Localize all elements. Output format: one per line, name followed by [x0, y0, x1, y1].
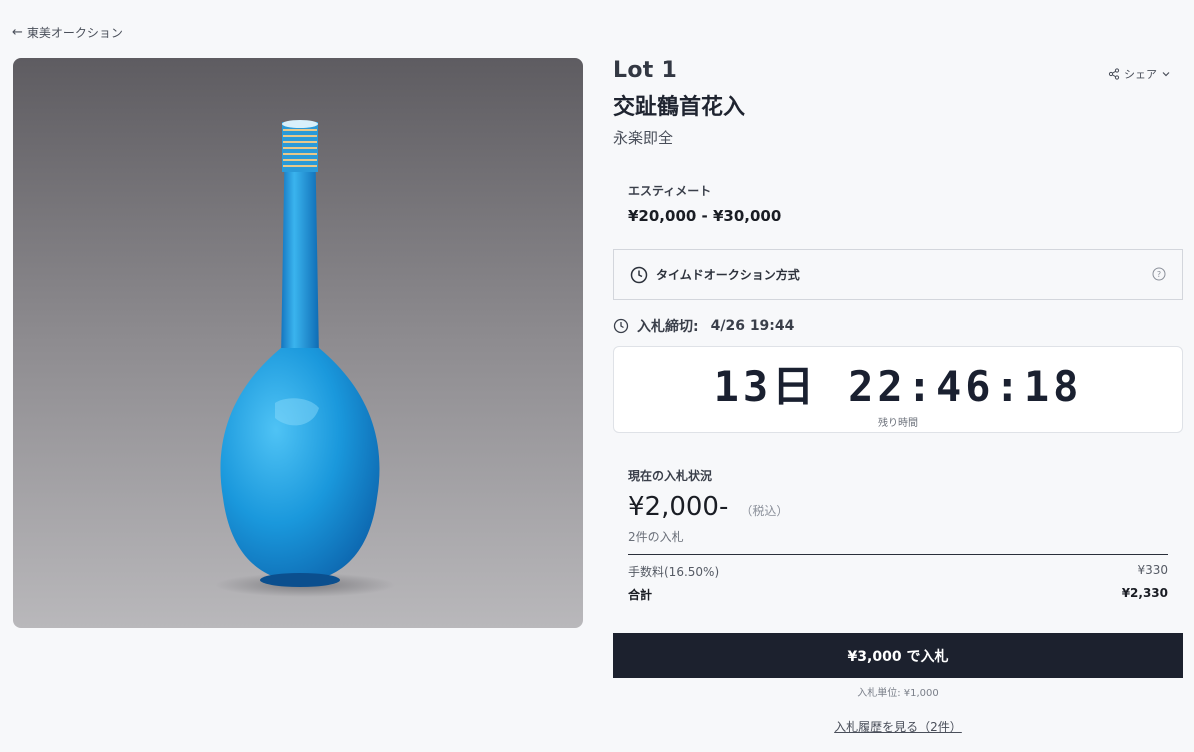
total-value: ¥2,330 — [1121, 586, 1168, 600]
svg-text:?: ? — [1157, 270, 1161, 279]
countdown-timer: 13日 22:46:18 残り時間 — [613, 346, 1183, 433]
bid-history-link[interactable]: 入札履歴を見る（2件） — [613, 718, 1183, 735]
place-bid-button[interactable]: ¥3,000 で入札 — [613, 633, 1183, 678]
current-price: ¥2,000- — [628, 492, 729, 522]
tax-note: （税込） — [740, 504, 789, 518]
auction-type-label: タイムドオークション方式 — [656, 268, 800, 282]
deadline-label: 入札締切: — [637, 319, 699, 335]
chevron-down-icon — [1162, 72, 1170, 77]
lot-detail-page: ← 東美オークション Lot 1 シェア 交趾鶴首花入 永楽即全 エスティメート… — [0, 0, 1194, 752]
back-link[interactable]: ← 東美オークション — [12, 24, 123, 41]
clock-icon — [613, 318, 629, 334]
fee-value: ¥330 — [1137, 563, 1168, 577]
bid-count: 2件の入札 — [628, 530, 684, 544]
lot-number: Lot 1 — [613, 58, 678, 83]
remaining-label: 残り時間 — [878, 418, 918, 429]
fee-label: 手数料(16.50%) — [628, 565, 720, 579]
lot-info-panel: Lot 1 シェア 交趾鶴首花入 永楽即全 エスティメート ¥20,000 - … — [613, 58, 1183, 735]
fee-row: 手数料(16.50%) ¥330 — [628, 563, 1168, 580]
clock-icon — [630, 266, 648, 283]
artist-name: 永楽即全 — [613, 129, 674, 147]
countdown-time: 22:46:18 — [848, 362, 1083, 411]
bid-status-section: 現在の入札状況 ¥2,000- （税込） 2件の入札 手数料(16.50%) ¥… — [613, 467, 1183, 603]
bid-increment-note: 入札単位: ¥1,000 — [857, 688, 939, 699]
estimate-label: エスティメート — [628, 184, 712, 198]
estimate-section: エスティメート ¥20,000 - ¥30,000 — [613, 182, 1183, 225]
share-button[interactable]: シェア — [1108, 66, 1171, 82]
back-link-label: 東美オークション — [26, 26, 123, 40]
share-label: シェア — [1124, 68, 1157, 81]
countdown-days: 13日 — [713, 362, 819, 411]
product-image[interactable] — [13, 58, 583, 628]
divider — [628, 554, 1168, 555]
back-arrow-icon: ← — [12, 25, 23, 40]
total-label: 合計 — [628, 588, 653, 602]
lot-title: 交趾鶴首花入 — [613, 94, 746, 120]
bid-deadline: 入札締切: 4/26 19:44 — [613, 316, 1183, 336]
total-row: 合計 ¥2,330 — [628, 586, 1168, 603]
auction-type-panel[interactable]: タイムドオークション方式 ? — [613, 249, 1183, 300]
deadline-value: 4/26 19:44 — [710, 318, 795, 334]
vase-photo — [13, 58, 583, 628]
estimate-value: ¥20,000 - ¥30,000 — [628, 207, 782, 225]
share-icon — [1108, 68, 1120, 80]
bid-status-label: 現在の入札状況 — [628, 469, 713, 483]
help-icon[interactable]: ? — [1152, 267, 1166, 281]
